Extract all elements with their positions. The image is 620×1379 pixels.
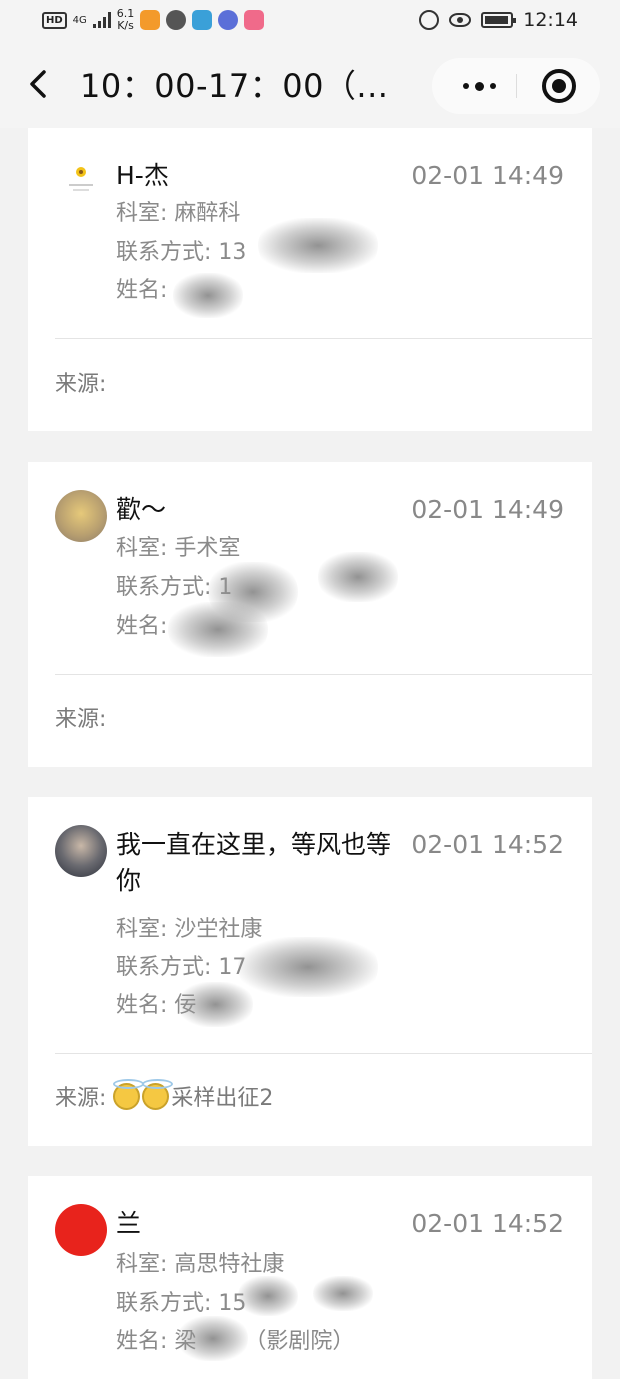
redaction-scribble [238, 937, 378, 997]
card-divider [55, 1053, 592, 1054]
avatar [55, 1204, 107, 1256]
timestamp: 02-01 14:49 [411, 161, 564, 190]
store-app-icon [244, 10, 265, 30]
back-arrow-icon[interactable] [26, 64, 52, 104]
battery-icon [481, 12, 517, 28]
department: 科室: 沙坣社康 [116, 917, 263, 942]
mini-program-capsule [432, 58, 600, 114]
department: 科室: 手术室 [116, 536, 241, 561]
user-name: 歡～ [116, 495, 167, 524]
registration-card[interactable]: 兰 02-01 14:52 科室: 高思特社康 联系方式: 15 姓名: 梁（影… [28, 1176, 592, 1379]
source: 来源: 采样出征2 [55, 1079, 273, 1115]
video-app-icon [140, 10, 161, 30]
page-title: 10：00-17：00（... [80, 67, 389, 105]
timestamp: 02-01 14:49 [411, 495, 564, 524]
source: 来源: [55, 372, 107, 397]
card-divider [55, 338, 592, 339]
network-speed: 6.1 K/s [116, 7, 135, 32]
redaction-scribble [313, 1276, 373, 1311]
user-name: H-杰 [116, 161, 169, 190]
registration-card[interactable]: 歡～ 02-01 14:49 科室: 手术室 联系方式: 1 姓名: 来源: [28, 462, 592, 767]
more-options-icon[interactable] [454, 72, 504, 100]
contact: 联系方式: 17 [116, 955, 247, 980]
eye-comfort-icon [449, 13, 472, 27]
redaction-scribble [173, 273, 243, 318]
registration-card[interactable]: 我一直在这里，等风也等你 02-01 14:52 科室: 沙坣社康 联系方式: … [28, 797, 592, 1146]
book-app-icon [192, 10, 213, 30]
timestamp: 02-01 14:52 [411, 1209, 564, 1238]
hd-icon: HD [42, 11, 67, 29]
capsule-divider [516, 74, 517, 98]
signal-bars-icon [92, 12, 111, 28]
chat-app-icon [166, 10, 187, 30]
angel-emoji-icon [142, 1079, 174, 1110]
angel-emoji-icon [113, 1079, 145, 1110]
avatar [55, 825, 107, 877]
redaction-scribble [258, 218, 378, 273]
avatar [55, 156, 107, 208]
full-name: 姓名: [116, 278, 168, 303]
contact: 联系方式: 13 [116, 240, 247, 265]
avatar [55, 490, 107, 542]
registration-card[interactable]: H-杰 02-01 14:49 科室: 麻醉科 联系方式: 13 姓名: 来源: [28, 128, 592, 431]
card-divider [55, 674, 592, 675]
user-name: 我一直在这里，等风也等你 [116, 830, 392, 895]
redaction-scribble [178, 982, 253, 1027]
redaction-scribble [178, 1316, 248, 1361]
status-bar: HD 4G 6.1 K/s 12:14 [0, 0, 620, 44]
close-target-icon[interactable] [542, 69, 576, 103]
redaction-scribble [238, 1276, 298, 1316]
clock: 12:14 [523, 9, 578, 31]
redaction-scribble [168, 602, 268, 657]
music-app-icon [218, 10, 239, 30]
user-name: 兰 [116, 1209, 142, 1238]
department: 科室: 麻醉科 [116, 201, 241, 226]
nav-bar: 10：00-17：00（... [0, 44, 620, 128]
full-name: 姓名: [116, 614, 168, 639]
source: 来源: [55, 707, 107, 732]
signal-type: 4G [72, 14, 87, 26]
data-saver-icon [419, 10, 440, 30]
timestamp: 02-01 14:52 [411, 830, 564, 859]
redaction-scribble [318, 552, 398, 602]
